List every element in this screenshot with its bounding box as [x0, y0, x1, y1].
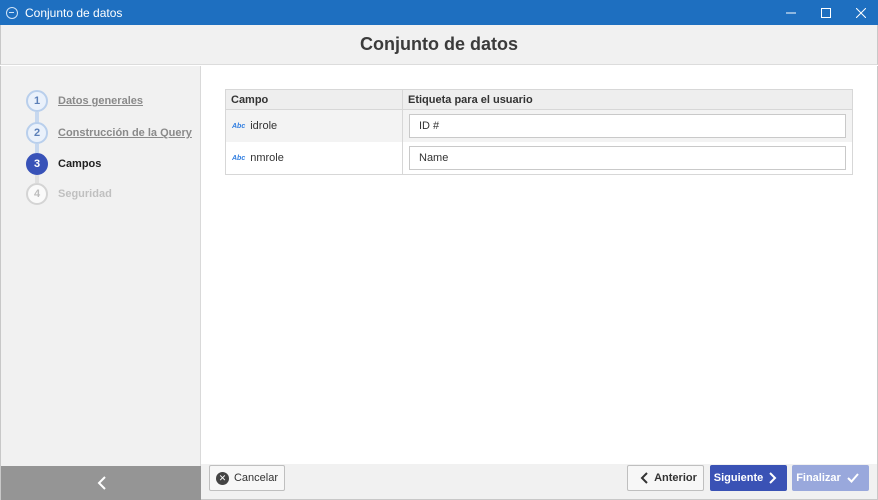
page-title: Conjunto de datos [360, 34, 518, 54]
window-controls [773, 0, 878, 25]
next-button[interactable]: Siguiente [710, 465, 787, 491]
table-row: Abc nmrole [226, 142, 852, 174]
chevron-right-icon [769, 472, 777, 484]
chevron-left-icon [97, 476, 106, 490]
dialog-footer: ✕ Cancelar Anterior Siguiente Finalizar [201, 464, 878, 500]
column-header-campo[interactable]: Campo [226, 90, 403, 109]
label-cell [403, 110, 852, 142]
column-header-etiqueta[interactable]: Etiqueta para el usuario [403, 90, 852, 109]
step-connector [35, 144, 39, 153]
field-name: nmrole [250, 152, 284, 164]
wizard-step-seguridad: 4 Seguridad [26, 183, 112, 205]
step-label: Construcción de la Query [58, 127, 192, 139]
minimize-icon [785, 12, 796, 13]
step-number: 3 [26, 153, 48, 175]
maximize-button[interactable] [808, 0, 843, 25]
wizard-sidebar: 1 Datos generales 2 Construcción de la Q… [0, 66, 202, 500]
step-label: Datos generales [58, 95, 143, 107]
step-number: 4 [26, 183, 48, 205]
previous-label: Anterior [654, 472, 697, 484]
wizard-step-campos[interactable]: 3 Campos [26, 153, 101, 175]
next-label: Siguiente [713, 472, 764, 484]
fields-grid: Campo Etiqueta para el usuario Abc idrol… [225, 89, 853, 175]
user-label-input[interactable] [409, 146, 846, 170]
field-cell: Abc idrole [226, 110, 403, 142]
step-connector [35, 175, 39, 183]
field-name: idrole [250, 120, 278, 132]
wizard-step-construccion-query[interactable]: 2 Construcción de la Query [26, 122, 192, 144]
step-number: 1 [26, 90, 48, 112]
step-number: 2 [26, 122, 48, 144]
chevron-left-icon [640, 472, 648, 484]
step-label: Seguridad [58, 188, 112, 200]
text-type-icon: Abc [232, 154, 246, 162]
field-cell: Abc nmrole [226, 142, 403, 174]
close-button[interactable] [843, 0, 878, 25]
user-label-input[interactable] [409, 114, 846, 138]
label-cell [403, 142, 852, 174]
window-title: Conjunto de datos [25, 5, 123, 20]
wizard-step-datos-generales[interactable]: 1 Datos generales [26, 90, 143, 112]
cancel-icon: ✕ [215, 471, 229, 485]
app-icon [6, 6, 18, 19]
text-type-icon: Abc [232, 122, 246, 130]
table-row: Abc idrole [226, 110, 852, 142]
close-icon [855, 7, 866, 18]
finish-label: Finalizar [796, 472, 841, 484]
finish-button: Finalizar [792, 465, 869, 491]
minimize-button[interactable] [773, 0, 808, 25]
maximize-icon [820, 7, 831, 18]
check-icon [847, 473, 859, 483]
grid-header: Campo Etiqueta para el usuario [226, 90, 852, 110]
main-content: Campo Etiqueta para el usuario Abc idrol… [201, 66, 878, 464]
previous-button[interactable]: Anterior [627, 465, 704, 491]
dialog-header: Conjunto de datos [0, 25, 878, 65]
sidebar-collapse-button[interactable] [1, 466, 202, 500]
title-bar: Conjunto de datos [0, 0, 878, 25]
cancel-label: Cancelar [233, 472, 279, 484]
cancel-button[interactable]: ✕ Cancelar [209, 465, 285, 491]
step-label: Campos [58, 158, 102, 170]
